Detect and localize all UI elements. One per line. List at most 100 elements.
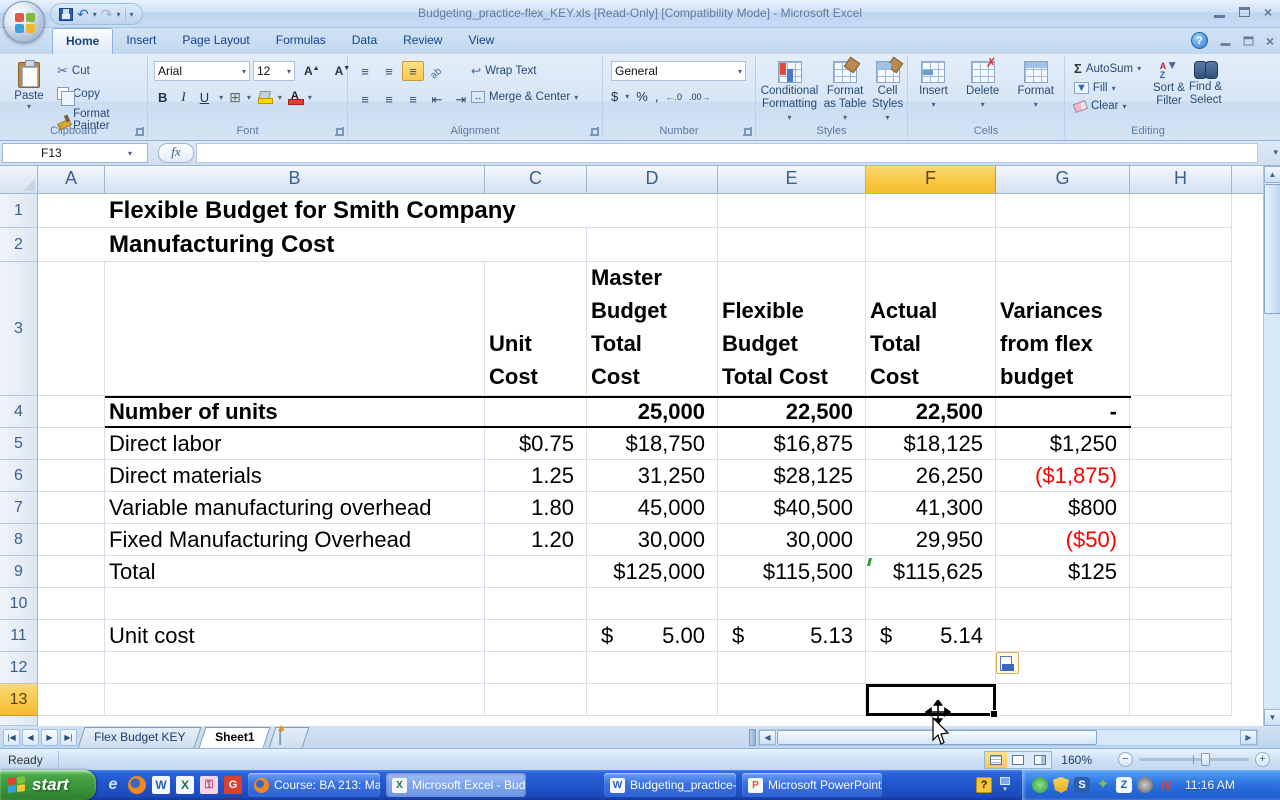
row-header-1[interactable]: 1: [0, 194, 38, 228]
minimize-button[interactable]: [1214, 15, 1225, 18]
header-variances[interactable]: Variances from flex budget: [996, 262, 1130, 396]
firefox-icon[interactable]: [128, 776, 146, 794]
last-sheet-icon[interactable]: ▶|: [60, 729, 77, 746]
workbook-minimize-button[interactable]: [1220, 43, 1230, 46]
row-label[interactable]: Number of units: [105, 396, 485, 428]
formula-input[interactable]: [196, 143, 1258, 163]
task-word-doc[interactable]: W Budgeting_practice-fl...: [604, 773, 736, 797]
fill-button[interactable]: ▼Fill▾: [1071, 81, 1144, 95]
number-dialog-launcher-icon[interactable]: [743, 127, 752, 136]
normal-view-button[interactable]: [985, 752, 1007, 768]
tray-app-icon[interactable]: S: [1074, 777, 1090, 793]
row-label[interactable]: Total: [105, 556, 485, 588]
delete-cells-button[interactable]: Delete ▾: [966, 58, 999, 111]
row-header-10[interactable]: 10: [0, 588, 38, 620]
negative-variance-cell[interactable]: ($50): [996, 524, 1130, 556]
previous-sheet-icon[interactable]: ◀: [22, 729, 39, 746]
task-firefox[interactable]: Course: BA 213: Man...: [248, 773, 380, 797]
tab-formulas[interactable]: Formulas: [263, 28, 339, 54]
paste-options-smart-tag[interactable]: [996, 652, 1019, 674]
tab-split-handle[interactable]: [749, 729, 756, 746]
sheet-subtitle-cell[interactable]: Manufacturing Cost: [105, 228, 485, 262]
zoom-slider-thumb[interactable]: [1201, 753, 1210, 766]
excel-icon[interactable]: X: [176, 776, 194, 794]
decrease-decimal-button[interactable]: .00→: [689, 92, 711, 102]
tray-n-icon[interactable]: N: [1158, 777, 1174, 793]
zoom-out-icon[interactable]: −: [1118, 752, 1133, 767]
column-header-g[interactable]: G: [996, 166, 1130, 194]
decrease-indent-button[interactable]: ⇤: [426, 89, 448, 109]
borders-icon[interactable]: ⊞: [229, 89, 241, 106]
cut-button[interactable]: ✂Cut: [54, 62, 147, 80]
name-box[interactable]: F13: [2, 143, 148, 163]
fill-color-dropdown-icon[interactable]: ▾: [278, 93, 282, 102]
row-label[interactable]: Unit cost: [105, 620, 485, 652]
tray-star-icon[interactable]: ✦: [1095, 777, 1111, 793]
sheet-tab-sheet1-active[interactable]: Sheet1: [199, 727, 271, 748]
font-name-combo[interactable]: Arial▾: [154, 61, 250, 81]
negative-variance-cell[interactable]: ($1,875): [996, 460, 1130, 492]
row-header-13-selected[interactable]: 13: [0, 684, 38, 716]
vertical-scroll-thumb[interactable]: [1264, 184, 1280, 314]
orientation-button[interactable]: ab: [426, 61, 448, 81]
format-cells-button[interactable]: Format ▾: [1017, 58, 1053, 111]
hidden-icons-toggle[interactable]: ▾: [1000, 777, 1010, 793]
tray-shield-icon[interactable]: [1053, 777, 1069, 793]
tab-review[interactable]: Review: [390, 28, 455, 54]
grow-font-button[interactable]: A▲: [298, 62, 326, 80]
merge-center-button[interactable]: ↔Merge & Center▾: [468, 90, 581, 104]
align-left-button[interactable]: ≡: [354, 89, 376, 109]
tab-home[interactable]: Home: [52, 28, 113, 54]
tab-page-layout[interactable]: Page Layout: [169, 28, 262, 54]
column-header-c[interactable]: C: [485, 166, 587, 194]
borders-dropdown-icon[interactable]: ▾: [247, 93, 251, 102]
accounting-format-button[interactable]: $: [611, 89, 618, 104]
row-label[interactable]: Direct labor: [105, 428, 485, 460]
insert-worksheet-tab[interactable]: [268, 727, 309, 748]
name-box-dropdown-icon[interactable]: ▾: [128, 149, 132, 158]
paste-button[interactable]: Paste ▾: [8, 60, 50, 124]
header-flexible-budget[interactable]: Flexible Budget Total Cost: [718, 262, 866, 396]
increase-decimal-button[interactable]: ←.0: [665, 92, 682, 102]
restore-button[interactable]: [1239, 7, 1250, 17]
row-header-2[interactable]: 2: [0, 228, 38, 262]
row-header-9[interactable]: 9: [0, 556, 38, 588]
scroll-up-icon[interactable]: ▲: [1264, 166, 1280, 183]
taskbar-clock[interactable]: 11:16 AM: [1185, 778, 1235, 792]
row-label[interactable]: Fixed Manufacturing Overhead: [105, 524, 485, 556]
find-select-button[interactable]: Find & Select: [1189, 58, 1222, 108]
start-button[interactable]: start: [0, 770, 96, 800]
alignment-dialog-launcher-icon[interactable]: [590, 127, 599, 136]
underline-button[interactable]: U: [196, 89, 213, 106]
bottom-align-button[interactable]: ≡: [402, 61, 424, 81]
font-dialog-launcher-icon[interactable]: [335, 127, 344, 136]
column-header-a[interactable]: A: [38, 166, 105, 194]
insert-cells-button[interactable]: Insert ▾: [919, 58, 948, 111]
row-header-8[interactable]: 8: [0, 524, 38, 556]
expand-formula-bar-icon[interactable]: ▾: [1273, 147, 1278, 158]
font-color-icon[interactable]: A: [288, 90, 302, 105]
conditional-formatting-button[interactable]: Conditional Formatting ▾: [761, 58, 819, 124]
row-header-11[interactable]: 11: [0, 620, 38, 652]
scroll-left-icon[interactable]: ◀: [759, 730, 776, 745]
horizontal-scrollbar[interactable]: ◀ ▶: [758, 729, 1258, 746]
top-align-button[interactable]: ≡: [354, 61, 376, 81]
font-size-combo[interactable]: 12▾: [253, 61, 295, 81]
column-header-f-selected[interactable]: F: [866, 166, 996, 194]
workbook-close-button[interactable]: ×: [1266, 35, 1274, 47]
column-header-d[interactable]: D: [587, 166, 718, 194]
row-label[interactable]: Direct materials: [105, 460, 485, 492]
vertical-scrollbar[interactable]: ▲ ▼: [1263, 166, 1280, 726]
tray-z-icon[interactable]: Z: [1116, 777, 1132, 793]
comma-style-button[interactable]: ,: [655, 89, 659, 104]
column-header-h[interactable]: H: [1130, 166, 1232, 194]
row-header-3[interactable]: 3: [0, 262, 38, 396]
tab-insert[interactable]: Insert: [113, 28, 169, 54]
row-header-4[interactable]: 4: [0, 396, 38, 428]
groupwise-icon[interactable]: G: [224, 776, 242, 794]
autosum-button[interactable]: ΣAutoSum▾: [1071, 60, 1144, 77]
italic-button[interactable]: I: [177, 88, 189, 106]
number-format-combo[interactable]: General▾: [611, 61, 746, 81]
paste-dropdown-icon[interactable]: ▾: [8, 102, 50, 111]
tab-data[interactable]: Data: [339, 28, 390, 54]
